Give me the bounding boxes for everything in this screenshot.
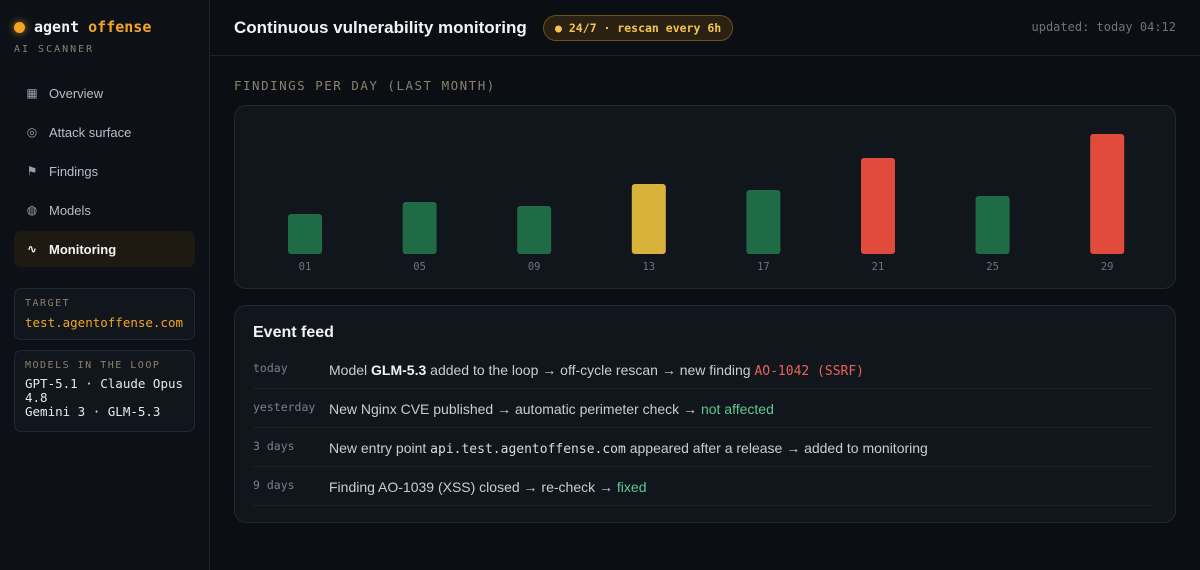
entry-point-host: api.test.agentoffense.com [430,442,626,457]
arrow-icon: → [523,479,538,495]
grid-icon: ▦ [26,86,38,100]
sidebar-item-label: Findings [49,163,99,179]
status-fixed: fixed [616,479,647,495]
target-card: TARGET test.agentoffense.com [14,288,195,340]
feed-text-part: added to monitoring [800,440,928,456]
feed-text: Finding AO-1039 (XSS) closed → re-check … [329,479,646,495]
model-icon: ◍ [26,203,38,217]
models-value: GPT-5.1 · Claude Opus 4.8 Gemini 3 · GLM… [25,377,184,419]
event-feed-title: Event feed [253,324,334,341]
chart-tick-label: 05 [413,261,426,273]
sidebar-nav: ▦ Overview ◎ Attack surface ⚑ Findings ◍… [14,75,195,270]
brand-logo[interactable]: agent offense [14,18,151,36]
event-feed-list: today Model GLM-5.3 added to the loop → … [253,350,1153,506]
feed-text-part: appeared after a release [625,440,787,456]
chart-bar-09 [517,206,552,254]
feed-text-part: New entry point [329,440,431,456]
feed-text-part: added to the loop [426,362,543,378]
sidebar-item-label: Models [49,202,91,218]
chart-tick-label: 25 [986,261,999,273]
arrow-icon: → [599,479,614,495]
feed-row: yesterday New Nginx CVE published → auto… [253,389,1153,428]
status-not-affected: not affected [700,401,774,417]
feed-text-part: New Nginx CVE published [329,401,498,417]
target-value: test.agentoffense.com [25,315,184,330]
feed-time: 9 days [253,478,295,492]
arrow-icon: → [661,362,676,378]
chart-bar-13 [631,184,666,254]
feed-model-name: GLM-5.3 [371,362,427,378]
brand-subtitle: AI SCANNER [14,44,95,55]
feed-row: 9 days Finding AO-1039 (XSS) closed → re… [253,467,1153,506]
feed-text-part: off-cycle rescan [556,362,662,378]
sidebar-item-models[interactable]: ◍ Models [14,192,195,228]
chart-tick-label: 17 [757,261,770,273]
arrow-icon: → [497,401,512,417]
target-label: TARGET [25,298,71,309]
findings-chart-panel: 01 05 09 13 17 21 25 29 [234,105,1176,289]
brand-name-a: agent [34,18,80,36]
arrow-icon: → [683,401,698,417]
feed-text-part: new finding [675,362,755,378]
finding-link[interactable]: AO-1042 (SSRF) [754,364,864,379]
feed-time: 3 days [253,439,295,453]
models-card: MODELS IN THE LOOP GPT-5.1 · Claude Opus… [14,350,195,432]
feed-text-part: Finding AO-1039 (XSS) closed [329,479,524,495]
chart-bar-01 [288,214,322,254]
feed-time: yesterday [253,400,316,414]
feed-text-part: re-check [537,479,600,495]
feed-text-part: Model [329,362,372,378]
target-icon: ◎ [26,125,38,139]
sidebar: agent offense AI SCANNER ▦ Overview ◎ At… [0,0,210,570]
chart-bar-29 [1090,134,1125,254]
arrow-icon: → [542,362,557,378]
chart-section-title: FINDINGS PER DAY (LAST MONTH) [234,78,496,93]
findings-bar-chart: 01 05 09 13 17 21 25 29 [288,134,1125,273]
chart-tick-label: 09 [528,261,541,273]
flag-icon: ⚑ [26,164,38,178]
feed-text-part: automatic perimeter check [511,401,684,417]
chart-tick-label: 29 [1101,261,1114,273]
top-header: Continuous vulnerability monitoring ● 24… [210,0,1200,56]
brand-name-b: offense [88,18,152,36]
models-line-1: GPT-5.1 · Claude Opus 4.8 [25,376,184,405]
chart-bar-05 [402,202,437,254]
feed-text: New Nginx CVE published → automatic peri… [329,401,774,417]
sidebar-item-monitoring[interactable]: ∿ Monitoring [14,231,195,267]
models-line-2: Gemini 3 · GLM-5.3 [25,404,161,419]
feed-row: 3 days New entry point api.test.agentoff… [253,428,1153,467]
chart-tick-label: 01 [299,261,312,273]
page-title: Continuous vulnerability monitoring [234,18,527,37]
feed-row: today Model GLM-5.3 added to the loop → … [253,350,1153,389]
sidebar-item-overview[interactable]: ▦ Overview [14,75,195,111]
chart-bar-21 [861,158,895,254]
chart-tick-label: 21 [872,261,885,273]
event-feed-panel: Event feed today Model GLM-5.3 added to … [234,305,1176,523]
chart-bar-25 [975,196,1010,254]
chart-tick-label: 13 [642,261,655,273]
sidebar-item-findings[interactable]: ⚑ Findings [14,153,195,189]
models-label: MODELS IN THE LOOP [25,360,161,371]
feed-text: Model GLM-5.3 added to the loop → off-cy… [329,362,864,379]
brand-dot-icon [14,21,25,33]
sidebar-item-label: Overview [49,85,104,101]
feed-text: New entry point api.test.agentoffense.co… [329,440,928,457]
sidebar-item-attack-surface[interactable]: ◎ Attack surface [14,114,195,150]
sidebar-item-label: Monitoring [49,241,117,257]
arrow-icon: → [786,440,801,456]
sidebar-item-label: Attack surface [49,124,132,140]
status-badge: ● 24/7 · rescan every 6h [543,15,734,41]
pulse-icon: ∿ [26,242,38,256]
updated-timestamp: updated: today 04:12 [1031,20,1177,34]
feed-time: today [253,361,288,375]
chart-bar-17 [746,190,781,254]
